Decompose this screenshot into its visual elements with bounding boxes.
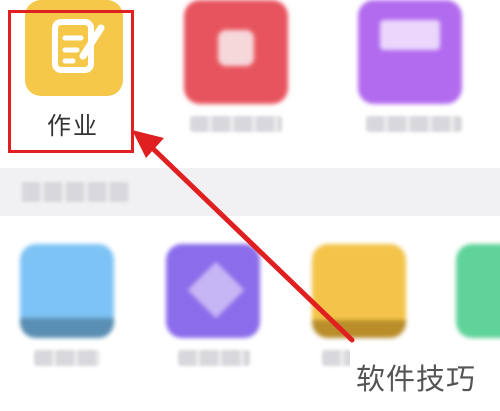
highlight-box xyxy=(8,10,134,153)
app-grid-screen: 作业 软件技巧 xyxy=(0,0,500,411)
watermark-text: 软件技巧 xyxy=(356,362,477,396)
